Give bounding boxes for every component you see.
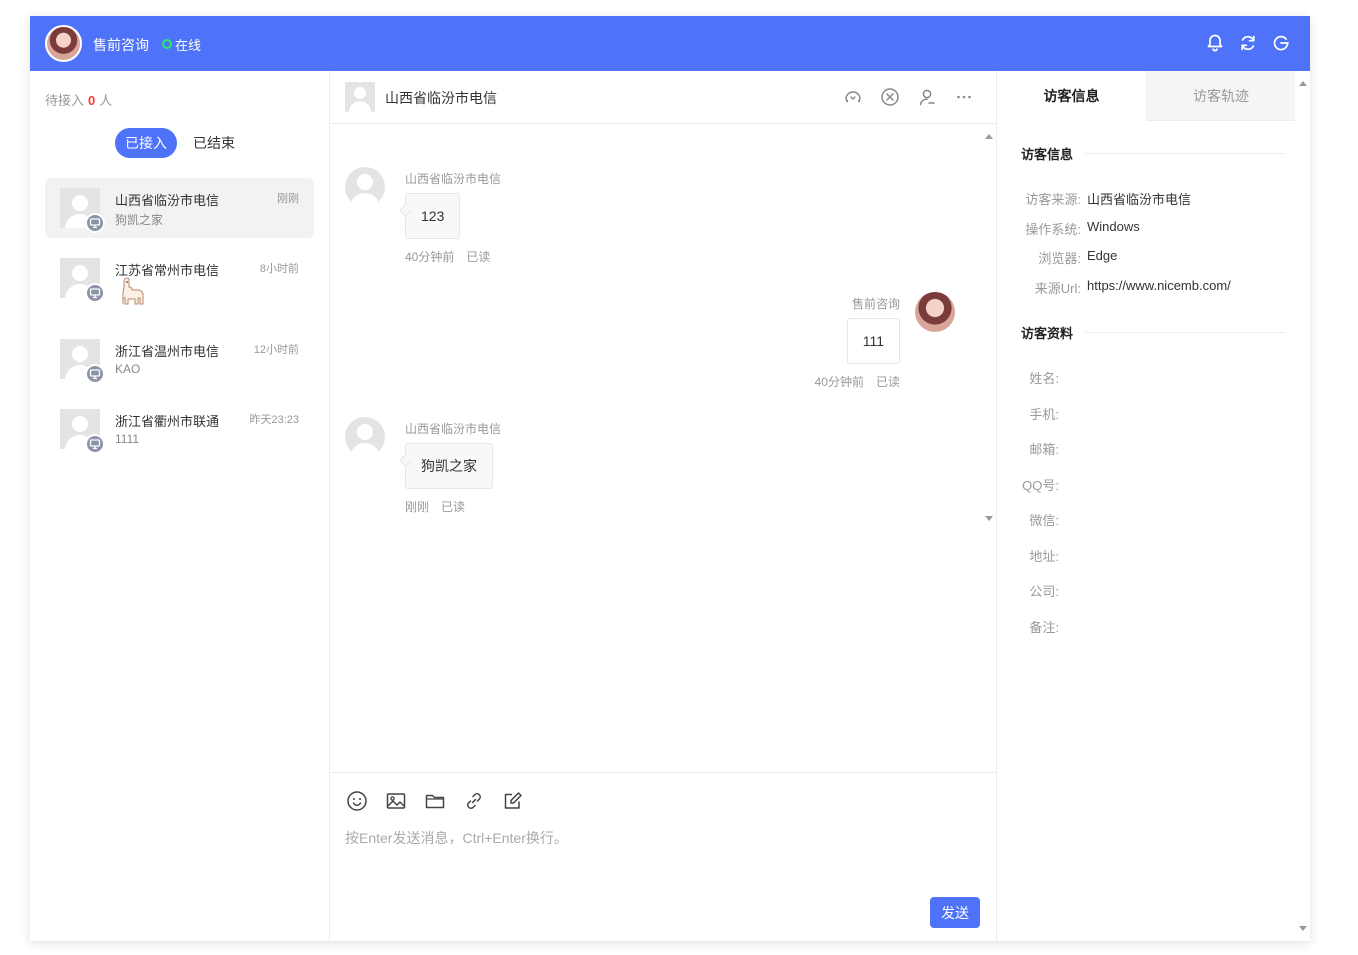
refresh-icon[interactable] <box>1238 33 1258 53</box>
transfer-icon[interactable] <box>843 87 863 107</box>
conversation-last-message: KAO <box>115 362 141 376</box>
visitor-profile-heading: 访客资料 <box>1021 326 1074 341</box>
message-meta: 40分钟前 已读 <box>405 248 490 265</box>
section-divider <box>1085 332 1285 333</box>
visitor-avatar <box>345 167 385 207</box>
scroll-up-arrow[interactable] <box>985 134 993 139</box>
chat-panel: 山西省临汾市电信 山西省临汾市电信 123 40分钟前 已读 售前咨询 111 … <box>330 71 996 941</box>
emoji-icon[interactable] <box>346 790 368 812</box>
chat-console-window: 售前咨询 在线 待接入0人 已接入 已结束 山西省临汾市电信 刚刚 狗凯之家 <box>30 16 1310 941</box>
tab-visitor-trail[interactable]: 访客轨迹 <box>1146 71 1295 121</box>
waiting-counter: 待接入 0 人 <box>45 90 112 109</box>
agent-avatar <box>915 292 955 332</box>
chat-title: 山西省临汾市电信 <box>385 90 497 106</box>
folder-icon[interactable] <box>424 790 446 812</box>
agent-name: 售前咨询 <box>93 37 149 53</box>
visitor-avatar <box>345 82 375 112</box>
desktop-icon <box>85 434 105 454</box>
conversation-item[interactable]: 浙江省衢州市联通 昨天23:23 1111 <box>45 399 314 459</box>
message-bubble: 123 <box>399 193 461 239</box>
message-bubble: 狗凯之家 <box>399 443 493 489</box>
conversation-item[interactable]: 江苏省常州市电信 8小时前 <box>45 248 314 308</box>
tab-visitor-info[interactable]: 访客信息 <box>997 71 1146 121</box>
message-sender: 售前咨询 <box>851 297 900 311</box>
online-status-text: 在线 <box>175 38 202 53</box>
message-sender: 山西省临汾市电信 <box>405 422 502 436</box>
scroll-up-arrow[interactable] <box>1299 81 1307 86</box>
section-divider <box>1085 153 1285 154</box>
waiting-label: 待接入 <box>45 93 85 108</box>
edit-icon[interactable] <box>502 790 524 812</box>
message-time: 刚刚 <box>405 500 430 514</box>
conversation-name: 浙江省衢州市联通 <box>115 414 220 429</box>
top-header: 售前咨询 在线 <box>30 16 1310 71</box>
link-icon[interactable] <box>463 790 485 812</box>
online-status-icon <box>162 39 172 49</box>
desktop-icon <box>85 213 105 233</box>
conversation-time: 12小时前 <box>253 344 299 356</box>
conversation-sidebar: 待接入 0 人 已接入 已结束 山西省临汾市电信 刚刚 狗凯之家 江苏省常州市电信 … <box>30 71 330 941</box>
send-button[interactable]: 发送 <box>930 897 980 928</box>
message-time: 40分钟前 <box>814 375 864 389</box>
tab-ended[interactable]: 已结束 <box>183 128 245 158</box>
message-sender: 山西省临汾市电信 <box>405 172 502 186</box>
scroll-down-arrow[interactable] <box>985 516 993 521</box>
message-meta: 40分钟前 已读 <box>815 373 900 390</box>
tab-connected[interactable]: 已接入 <box>115 128 177 158</box>
conversation-item[interactable]: 浙江省温州市电信 12小时前 KAO <box>45 329 314 389</box>
scroll-down-arrow[interactable] <box>1299 926 1307 931</box>
message-read-status: 已读 <box>441 500 466 514</box>
message-read-status: 已读 <box>875 375 900 389</box>
waiting-count: 0 <box>88 93 96 108</box>
message-input[interactable] <box>345 828 981 888</box>
logout-icon[interactable] <box>1271 33 1291 53</box>
message-meta: 刚刚 已读 <box>405 498 465 515</box>
conversation-name: 山西省临汾市电信 <box>115 193 220 208</box>
conversation-time: 昨天23:23 <box>249 414 299 426</box>
message-list[interactable]: 山西省临汾市电信 123 40分钟前 已读 售前咨询 111 40分钟前 已读 山西… <box>330 124 996 772</box>
close-circle-icon[interactable] <box>880 87 900 107</box>
message-time: 40分钟前 <box>405 250 455 264</box>
conversation-item[interactable]: 山西省临汾市电信 刚刚 狗凯之家 <box>45 178 314 238</box>
waiting-unit: 人 <box>99 93 113 108</box>
conversation-last-message: 1111 <box>115 432 140 446</box>
conversation-time: 刚刚 <box>277 193 299 205</box>
message-text: 111 <box>862 333 884 349</box>
alpaca-sticker-icon <box>115 276 145 309</box>
bell-icon[interactable] <box>1205 33 1225 53</box>
visitor-panel: 访客信息 访客轨迹 访客信息 访客来源: 山西省临汾市电信 操作系统: Wind… <box>996 71 1310 941</box>
message-read-status: 已读 <box>466 250 491 264</box>
visitor-avatar <box>345 417 385 457</box>
chat-header: 山西省临汾市电信 <box>330 71 996 124</box>
image-icon[interactable] <box>385 790 407 812</box>
conversation-name: 浙江省温州市电信 <box>115 344 220 359</box>
desktop-icon <box>85 283 105 303</box>
agent-avatar[interactable] <box>45 25 82 62</box>
more-icon[interactable] <box>954 87 974 107</box>
conversation-time: 8小时前 <box>259 263 299 275</box>
conversation-last-message: 狗凯之家 <box>115 213 164 227</box>
message-text: 狗凯之家 <box>421 458 477 474</box>
desktop-icon <box>85 364 105 384</box>
message-text: 123 <box>421 208 445 224</box>
message-bubble: 111 <box>846 318 900 364</box>
message-composer: 发送 <box>330 772 996 941</box>
visitor-info-heading: 访客信息 <box>1021 147 1074 162</box>
user-icon[interactable] <box>917 87 937 107</box>
